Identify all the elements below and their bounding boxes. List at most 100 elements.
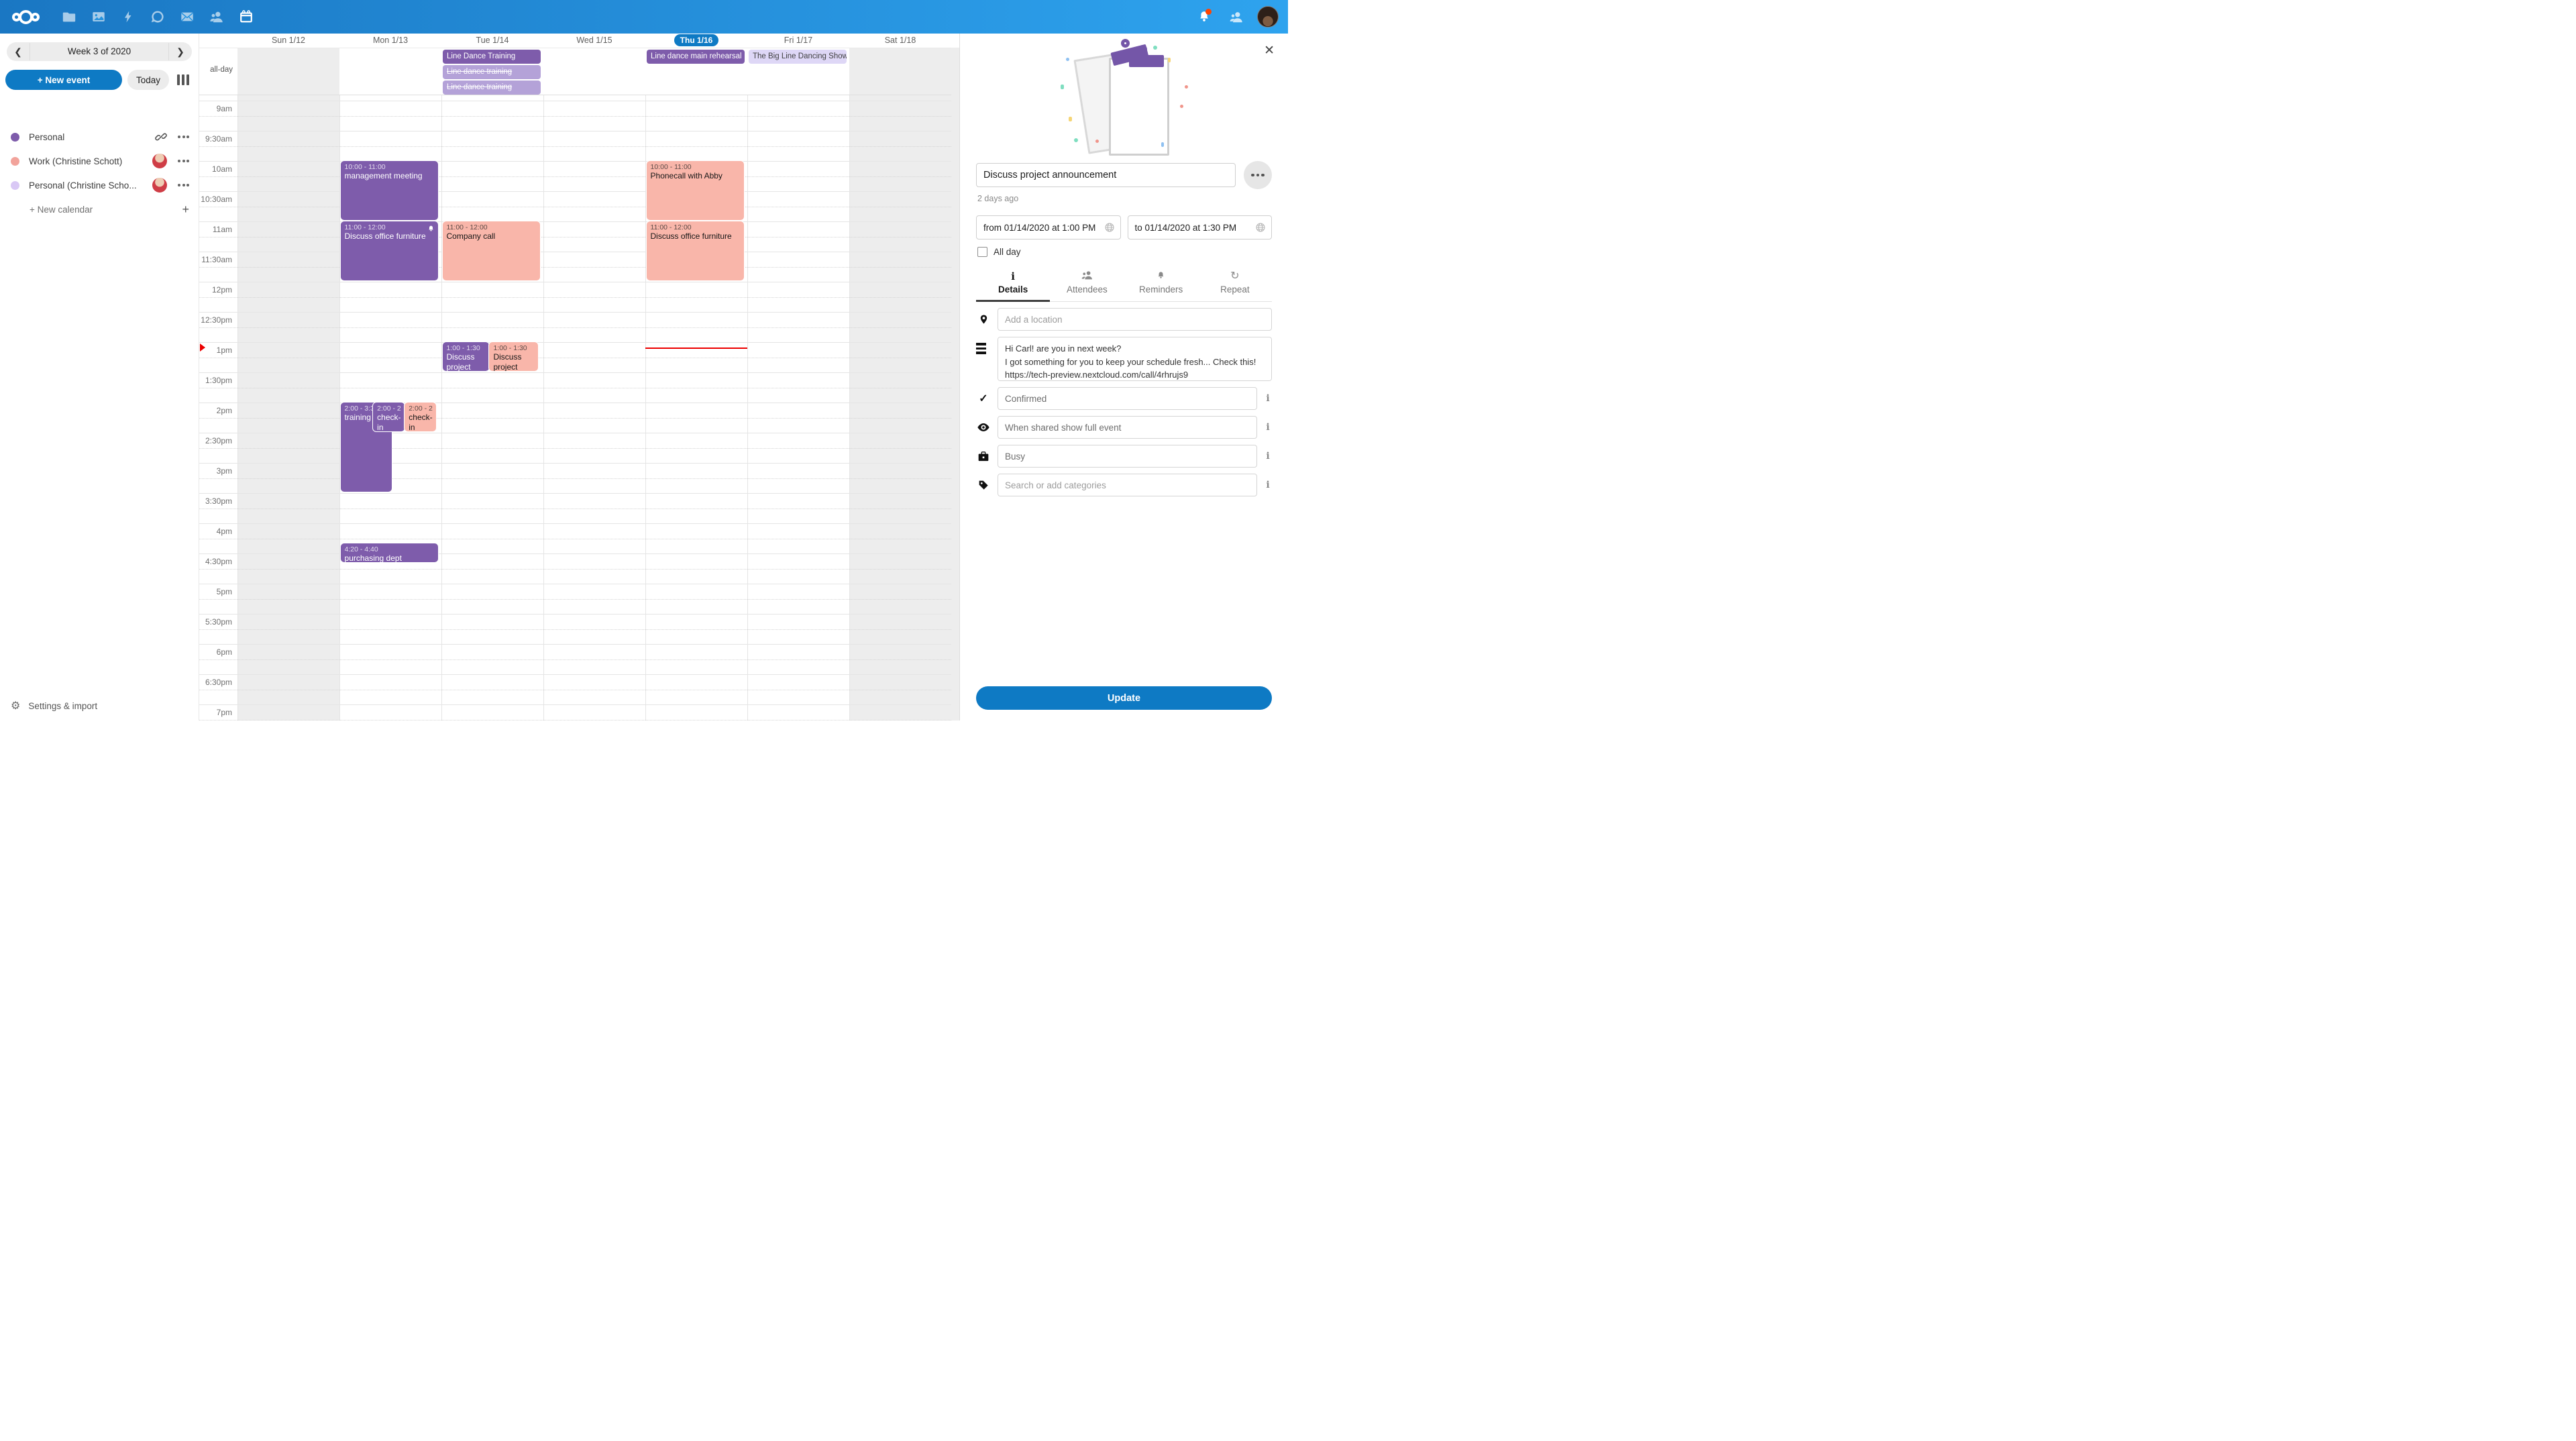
all-day-event[interactable]: Line dance main rehearsal xyxy=(647,50,745,64)
event-card[interactable]: 11:00 - 12:00Discuss office furniture xyxy=(341,221,439,280)
time-label: 3:30pm xyxy=(199,496,232,506)
illustration-clip-ring xyxy=(1138,45,1147,54)
calendar-app-icon[interactable] xyxy=(231,0,261,34)
event-start-field[interactable]: from 01/14/2020 at 1:00 PM xyxy=(976,215,1121,239)
tab-repeat[interactable]: ↻Repeat xyxy=(1198,268,1272,301)
tab-details[interactable]: iDetails xyxy=(976,268,1050,302)
event-card[interactable]: 1:00 - 1:30Discuss project announcement xyxy=(443,342,490,371)
tab-reminders[interactable]: Reminders xyxy=(1124,268,1198,301)
event-title: Discuss office furniture xyxy=(345,231,435,242)
talk-app-icon[interactable] xyxy=(143,0,172,34)
all-day-cell[interactable]: The Big Line Dancing Show xyxy=(747,48,849,95)
all-day-cell[interactable] xyxy=(543,48,645,95)
new-calendar-button[interactable]: + New calendar + xyxy=(0,197,199,221)
view-mode-button[interactable] xyxy=(174,71,192,89)
week-label[interactable]: Week 3 of 2020 xyxy=(30,43,169,60)
grid-scrollbar-track[interactable] xyxy=(951,48,959,720)
day-header-sat[interactable]: Sat 1/18 xyxy=(849,34,951,48)
all-day-event[interactable]: Line dance training xyxy=(443,65,541,79)
day-header-wed[interactable]: Wed 1/15 xyxy=(543,34,645,48)
event-title: Discuss project xyxy=(493,352,535,371)
today-button[interactable]: Today xyxy=(127,70,169,90)
mail-app-icon[interactable] xyxy=(172,0,202,34)
close-icon[interactable]: ✕ xyxy=(1264,44,1275,57)
settings-import-button[interactable]: ⚙ Settings & import xyxy=(0,691,199,720)
hour-line xyxy=(199,614,951,615)
calendar-item-personal-christine[interactable]: Personal (Christine Scho... xyxy=(0,173,199,197)
notifications-bell-icon[interactable] xyxy=(1193,5,1216,28)
event-card[interactable]: 11:00 - 12:00Company call xyxy=(443,221,541,280)
calendar-item-personal[interactable]: Personal xyxy=(0,125,199,149)
calendar-actions-menu[interactable] xyxy=(176,133,191,141)
user-avatar[interactable] xyxy=(1257,6,1279,28)
previous-week-button[interactable]: ❮ xyxy=(7,46,30,58)
calendar-actions-menu[interactable] xyxy=(176,181,191,189)
all-day-cell[interactable]: Line dance main rehearsal xyxy=(645,48,747,95)
day-header-sun[interactable]: Sun 1/12 xyxy=(237,34,339,48)
calendar-actions-menu[interactable] xyxy=(176,157,191,165)
timezone-globe-icon[interactable] xyxy=(1104,222,1115,233)
day-header-row: Sun 1/12Mon 1/13Tue 1/14Wed 1/15Thu 1/16… xyxy=(199,34,959,48)
tab-attendees[interactable]: Attendees xyxy=(1050,268,1124,301)
event-end-field[interactable]: to 01/14/2020 at 1:30 PM xyxy=(1128,215,1273,239)
time-label: 2:30pm xyxy=(199,436,232,445)
event-card[interactable]: 2:00 - 2:30check-in xyxy=(373,403,405,431)
event-card[interactable]: 4:20 - 4:40purchasing dept xyxy=(341,543,439,562)
freebusy-info-icon[interactable]: i xyxy=(1264,451,1272,462)
event-card[interactable]: 1:00 - 1:30Discuss project xyxy=(489,342,538,371)
time-label: 4:30pm xyxy=(199,557,232,566)
checkbox-box[interactable] xyxy=(977,247,987,257)
activity-app-icon[interactable] xyxy=(113,0,143,34)
time-label: 10am xyxy=(199,164,232,174)
contacts-menu-icon[interactable] xyxy=(1225,5,1248,28)
hour-line xyxy=(199,312,951,313)
illustration-clip-ring xyxy=(1121,39,1130,48)
day-header-fri[interactable]: Fri 1/17 xyxy=(747,34,849,48)
visibility-select[interactable]: When shared show full event xyxy=(998,416,1257,439)
event-card[interactable]: 10:00 - 11:00management meeting xyxy=(341,161,439,220)
event-card[interactable]: 2:00 - 2:30check-in xyxy=(405,403,436,431)
confetti xyxy=(1074,138,1078,142)
new-event-button[interactable]: + New event xyxy=(5,70,122,90)
quarter-line xyxy=(199,599,951,600)
event-title-input[interactable] xyxy=(976,163,1236,187)
all-day-event[interactable]: Line Dance Training xyxy=(443,50,541,64)
status-check-icon: ✓ xyxy=(976,392,991,405)
next-week-button[interactable]: ❯ xyxy=(169,46,192,58)
calendar-list: Personal Work (Christine Schott) Persona… xyxy=(0,125,199,221)
event-card[interactable]: 11:00 - 12:00Discuss office furniture xyxy=(647,221,745,280)
nextcloud-logo[interactable] xyxy=(12,10,40,24)
share-link-icon[interactable] xyxy=(155,131,167,143)
description-textarea[interactable]: Hi Carl! are you in next week? I got som… xyxy=(998,337,1272,381)
all-day-event[interactable]: The Big Line Dancing Show xyxy=(749,50,847,64)
categories-info-icon[interactable]: i xyxy=(1264,480,1272,490)
status-select[interactable]: Confirmed xyxy=(998,387,1257,410)
all-day-cell[interactable] xyxy=(849,48,951,95)
freebusy-select[interactable]: Busy xyxy=(998,445,1257,468)
timezone-globe-icon[interactable] xyxy=(1255,222,1266,233)
all-day-cell[interactable] xyxy=(339,48,441,95)
day-header-mon[interactable]: Mon 1/13 xyxy=(339,34,441,48)
confetti xyxy=(1066,58,1069,61)
event-card[interactable]: 10:00 - 11:00Phonecall with Abby xyxy=(647,161,745,220)
day-header-tue[interactable]: Tue 1/14 xyxy=(441,34,543,48)
status-info-icon[interactable]: i xyxy=(1264,393,1272,404)
all-day-checkbox[interactable]: All day xyxy=(977,247,1272,257)
reminder-bell-icon xyxy=(427,224,435,236)
update-button[interactable]: Update xyxy=(976,686,1272,710)
shared-by-avatar xyxy=(152,154,167,168)
all-day-cell[interactable]: Line Dance TrainingLine dance trainingLi… xyxy=(441,48,543,95)
contacts-app-icon[interactable] xyxy=(202,0,231,34)
day-header-thu[interactable]: Thu 1/16 xyxy=(645,34,747,48)
calendar-item-work-christine[interactable]: Work (Christine Schott) xyxy=(0,149,199,173)
photos-app-icon[interactable] xyxy=(84,0,113,34)
event-actions-menu-button[interactable] xyxy=(1244,161,1272,189)
all-day-event[interactable]: Line dance training xyxy=(443,81,541,95)
hour-line xyxy=(199,674,951,675)
location-input[interactable] xyxy=(998,308,1272,331)
visibility-info-icon[interactable]: i xyxy=(1264,422,1272,433)
all-day-cell[interactable] xyxy=(237,48,339,95)
files-app-icon[interactable] xyxy=(54,0,84,34)
location-pin-icon xyxy=(976,313,991,325)
categories-input[interactable] xyxy=(998,474,1257,496)
